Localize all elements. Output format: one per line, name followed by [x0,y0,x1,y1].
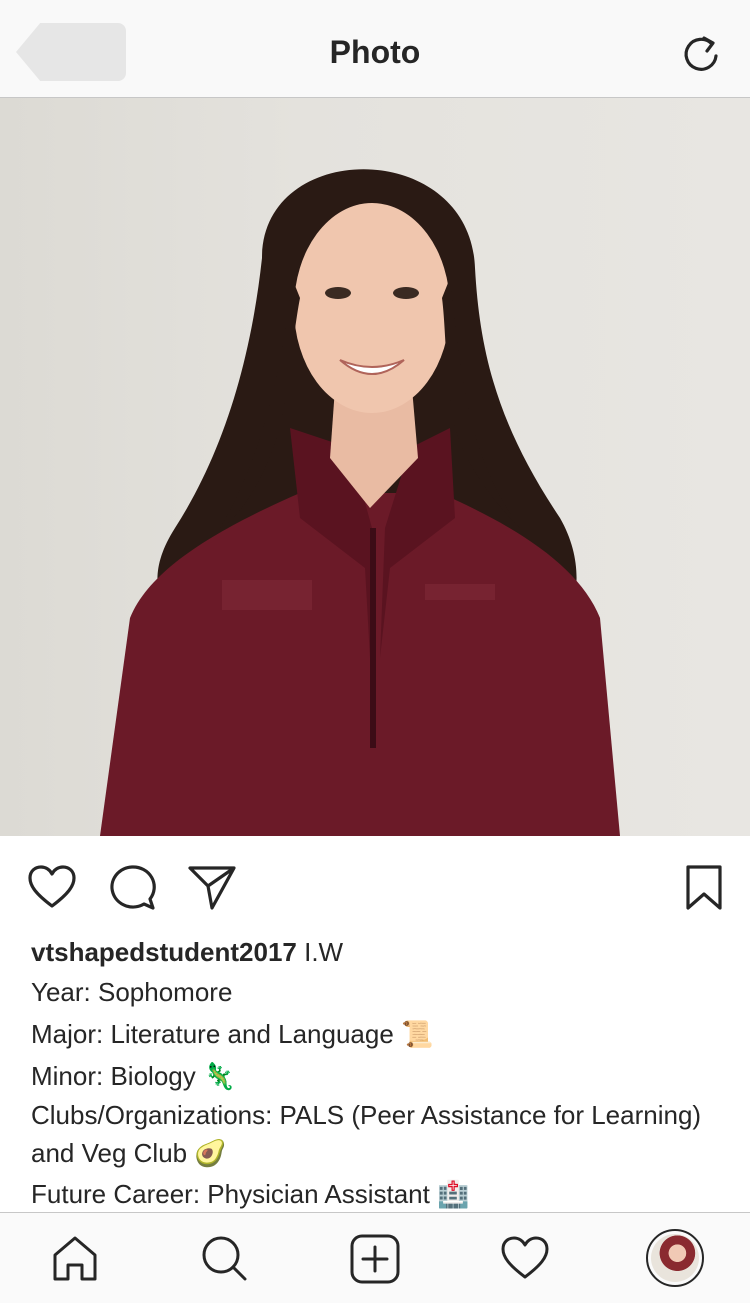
post-actions [0,836,750,932]
activity-heart-icon[interactable] [499,1233,551,1285]
bookmark-icon[interactable] [678,862,730,914]
search-icon[interactable] [199,1233,251,1285]
post-photo[interactable] [0,98,750,836]
username-link[interactable]: vtshapedstudent2017 [31,937,297,967]
profile-avatar-image [651,1234,699,1282]
add-post-icon[interactable] [349,1233,401,1285]
post-caption: vtshapedstudent2017 I.W Year: Sophomore … [31,932,721,1214]
home-icon[interactable] [49,1233,101,1285]
caption-year: Year: Sophomore [31,977,233,1007]
caption-first-line: vtshapedstudent2017 I.W [31,932,721,972]
top-navigation-bar: Photo [0,0,750,98]
share-icon[interactable] [186,862,238,914]
refresh-icon[interactable] [682,30,722,74]
profile-avatar[interactable] [646,1229,704,1287]
caption-clubs: Clubs/Organizations: PALS (Peer Assistan… [31,1100,702,1168]
caption-career: Future Career: Physician Assistant 🏥 [31,1179,470,1209]
bottom-tab-bar [0,1212,750,1303]
heart-icon[interactable] [26,862,78,914]
comment-icon[interactable] [106,862,158,914]
student-portrait-illustration [100,169,620,836]
caption-major: Major: Literature and Language 📜 [31,1019,434,1049]
caption-minor: Minor: Biology 🦎 [31,1061,236,1091]
page-title: Photo [329,34,421,70]
caption-initials: I.W [296,937,344,967]
